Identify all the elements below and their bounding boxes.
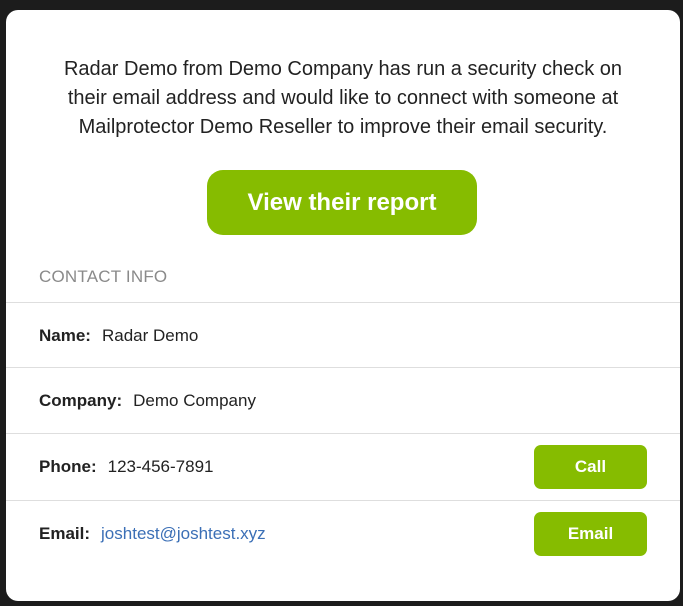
contact-info-header: CONTACT INFO: [39, 267, 168, 286]
view-report-button[interactable]: View their report: [207, 170, 477, 235]
contact-row-email: Email: joshtest@joshtest.xyz Email: [6, 500, 680, 567]
contact-row-name: Name: Radar Demo: [6, 302, 680, 368]
name-label: Name:: [39, 325, 91, 345]
intro-message: Radar Demo from Demo Company has run a s…: [6, 55, 680, 142]
intro-line: Radar Demo from Demo Company has run a s…: [63, 58, 622, 80]
intro-line: Mailprotector Demo Reseller to improve t…: [78, 116, 608, 138]
intro-line: their email address and would like to co…: [67, 87, 619, 109]
company-value: Demo Company: [133, 390, 256, 410]
email-link[interactable]: joshtest@joshtest.xyz: [101, 524, 266, 544]
contact-card: Radar Demo from Demo Company has run a s…: [6, 10, 680, 601]
email-button[interactable]: Email: [534, 512, 647, 556]
call-button[interactable]: Call: [534, 445, 647, 489]
contact-row-company: Company: Demo Company: [6, 367, 680, 433]
contact-row-phone: Phone: 123-456-7891 Call: [6, 433, 680, 500]
company-label: Company:: [39, 390, 123, 410]
phone-value: 123-456-7891: [107, 457, 214, 476]
name-value: Radar Demo: [101, 325, 199, 345]
email-label: Email:: [39, 524, 91, 543]
phone-label: Phone:: [39, 457, 97, 476]
